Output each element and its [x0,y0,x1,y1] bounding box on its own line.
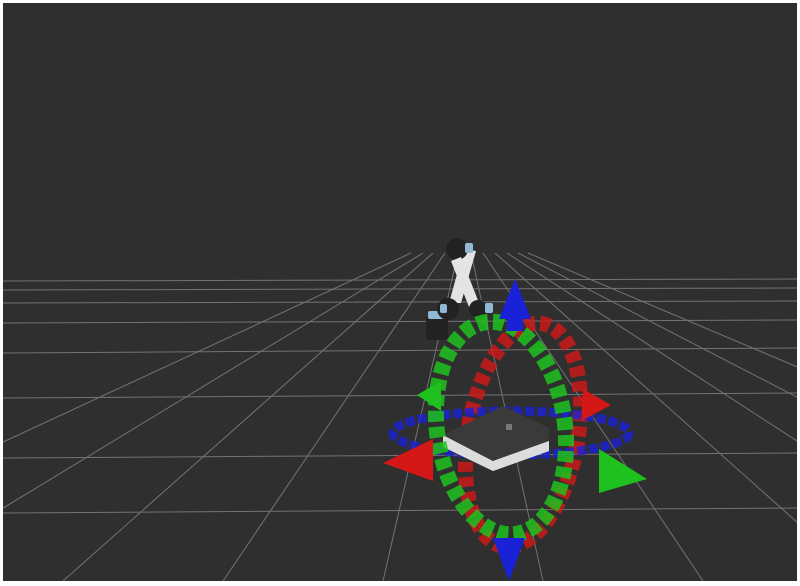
robot-base [426,316,448,340]
3d-viewport[interactable] [3,3,797,581]
robot-shoulder-accent [440,304,447,313]
scene-canvas[interactable] [3,3,797,581]
box-marker-dot [506,424,512,430]
robot-wrist-accent [485,303,493,313]
z-axis-arrow-up-stem [507,317,523,331]
viewport-background [3,3,797,581]
robot-elbow-joint [446,238,468,260]
robot-elbow-accent [465,243,473,253]
